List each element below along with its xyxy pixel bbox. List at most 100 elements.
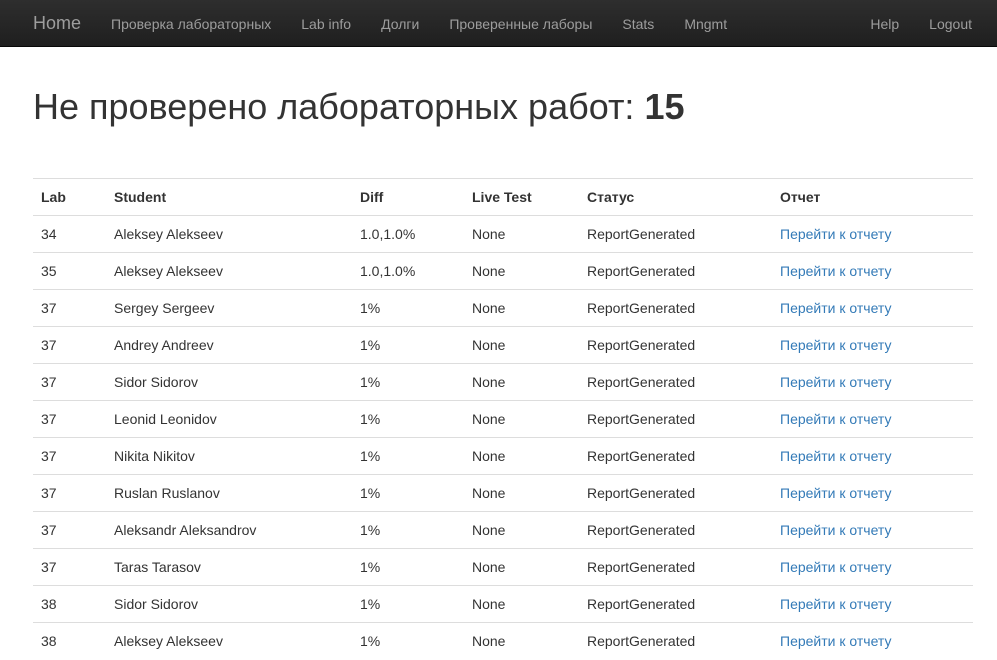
cell-diff: 1% [352,585,464,623]
cell-report: Перейти к отчету [772,363,973,401]
cell-live-test: None [464,622,579,660]
cell-diff: 1.0,1.0% [352,215,464,253]
cell-diff: 1% [352,474,464,512]
navbar-right: Help Logout [840,0,972,47]
cell-lab: 37 [33,474,106,512]
cell-report: Перейти к отчету [772,215,973,253]
cell-report: Перейти к отчету [772,585,973,623]
cell-lab: 37 [33,548,106,586]
cell-status: ReportGenerated [579,252,772,290]
cell-status: ReportGenerated [579,289,772,327]
column-header-diff: Diff [352,178,464,216]
cell-lab: 37 [33,326,106,364]
cell-status: ReportGenerated [579,326,772,364]
cell-live-test: None [464,511,579,549]
report-link[interactable]: Перейти к отчету [780,559,891,575]
page-title: Не проверено лабораторных работ: 15 [33,86,685,128]
cell-report: Перейти к отчету [772,326,973,364]
nav-link-checked-labs[interactable]: Проверенные лаборы [449,16,592,32]
table-row: 37 Sergey Sergeev 1% None ReportGenerated Пер… [33,289,973,327]
cell-live-test: None [464,400,579,438]
report-link[interactable]: Перейти к отчету [780,633,891,649]
page-title-text: Не проверено лабораторных работ: [33,86,635,127]
cell-lab: 37 [33,400,106,438]
nav-link-debts[interactable]: Долги [381,16,419,32]
table-row: 37 Taras Tarasov 1% None ReportGenerated Пере… [33,548,973,586]
column-header-live-test: Live Test [464,178,579,216]
cell-lab: 38 [33,622,106,660]
column-header-lab: Lab [33,178,106,216]
cell-student: Sidor Sidorov [106,363,352,401]
column-header-report: Отчет [772,178,973,216]
cell-diff: 1% [352,548,464,586]
table-row: 37 Aleksandr Aleksandrov 1% None ReportGener… [33,511,973,549]
report-link[interactable]: Перейти к отчету [780,522,891,538]
top-navbar: Home Проверка лабораторных Lab info Долг… [0,0,997,47]
report-link[interactable]: Перейти к отчету [780,596,891,612]
cell-report: Перейти к отчету [772,400,973,438]
cell-student: Andrey Andreev [106,326,352,364]
nav-link-stats[interactable]: Stats [622,16,654,32]
cell-status: ReportGenerated [579,622,772,660]
table-row: 37 Ruslan Ruslanov 1% None ReportGenerated Пе… [33,474,973,512]
cell-status: ReportGenerated [579,585,772,623]
cell-report: Перейти к отчету [772,511,973,549]
cell-status: ReportGenerated [579,511,772,549]
cell-live-test: None [464,252,579,290]
nav-link-logout[interactable]: Logout [929,16,972,32]
table-row: 37 Sidor Sidorov 1% None ReportGenerated Пере… [33,363,973,401]
cell-live-test: None [464,585,579,623]
cell-report: Перейти к отчету [772,252,973,290]
nav-home-link[interactable]: Home [33,13,81,34]
nav-link-lab-info[interactable]: Lab info [301,16,351,32]
report-link[interactable]: Перейти к отчету [780,337,891,353]
cell-live-test: None [464,363,579,401]
navbar-left: Home Проверка лабораторных Lab info Долг… [33,0,757,47]
cell-live-test: None [464,326,579,364]
report-link[interactable]: Перейти к отчету [780,448,891,464]
cell-diff: 1.0,1.0% [352,252,464,290]
cell-diff: 1% [352,400,464,438]
table-row: 35 Aleksey Alekseev 1.0,1.0% None ReportGene… [33,252,973,290]
table-row: 37 Leonid Leonidov 1% None ReportGenerated Пе… [33,400,973,438]
cell-report: Перейти к отчету [772,437,973,475]
cell-diff: 1% [352,511,464,549]
cell-diff: 1% [352,622,464,660]
report-link[interactable]: Перейти к отчету [780,374,891,390]
cell-live-test: None [464,437,579,475]
table-row: 37 Nikita Nikitov 1% None ReportGenerated Пер… [33,437,973,475]
cell-report: Перейти к отчету [772,474,973,512]
cell-student: Aleksey Alekseev [106,622,352,660]
table-header: Lab Student Diff Live Test Статус Отчет [33,178,973,216]
cell-live-test: None [464,548,579,586]
cell-live-test: None [464,215,579,253]
cell-lab: 37 [33,289,106,327]
nav-link-lab-check[interactable]: Проверка лабораторных [111,16,271,32]
table-header-row: Lab Student Diff Live Test Статус Отчет [33,178,973,216]
report-link[interactable]: Перейти к отчету [780,263,891,279]
cell-status: ReportGenerated [579,548,772,586]
cell-report: Перейти к отчету [772,548,973,586]
nav-link-help[interactable]: Help [870,16,899,32]
cell-report: Перейти к отчету [772,289,973,327]
cell-lab: 38 [33,585,106,623]
cell-status: ReportGenerated [579,474,772,512]
table-row: 38 Sidor Sidorov 1% None ReportGenerated Пере… [33,585,973,623]
report-link[interactable]: Перейти к отчету [780,300,891,316]
cell-lab: 37 [33,511,106,549]
cell-lab: 34 [33,215,106,253]
cell-student: Sergey Sergeev [106,289,352,327]
report-link[interactable]: Перейти к отчету [780,226,891,242]
cell-student: Aleksey Alekseev [106,252,352,290]
column-header-status: Статус [579,178,772,216]
cell-student: Sidor Sidorov [106,585,352,623]
cell-lab: 35 [33,252,106,290]
report-link[interactable]: Перейти к отчету [780,411,891,427]
nav-link-mngmt[interactable]: Mngmt [684,16,727,32]
cell-live-test: None [464,289,579,327]
cell-student: Aleksey Alekseev [106,215,352,253]
cell-student: Taras Tarasov [106,548,352,586]
report-link[interactable]: Перейти к отчету [780,485,891,501]
cell-student: Aleksandr Aleksandrov [106,511,352,549]
cell-lab: 37 [33,363,106,401]
